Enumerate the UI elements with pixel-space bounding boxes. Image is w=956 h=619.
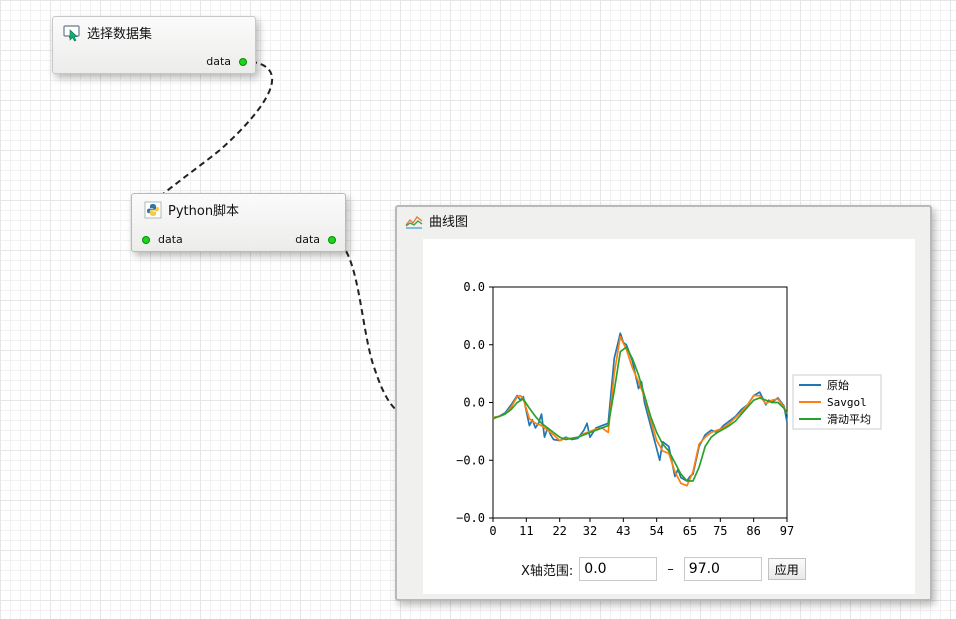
curve-chart-node[interactable]: 曲线图 0 11 22 32 43 54 65 75 86 97 0.0 0.0 0.0 −0.0 −0.0… [395,205,932,601]
x-tick-label: 65 [683,524,697,538]
apply-button[interactable]: 应用 [767,558,806,580]
monitor-cursor-icon [63,24,80,41]
x-tick-label: 0 [489,524,496,538]
legend-label-1: Savgol [827,396,867,409]
python-script-node[interactable]: Python脚本 data data [131,193,346,252]
plot-area: 0 11 22 32 43 54 65 75 86 97 0.0 0.0 0.0 −0.0 −0.0 原始 Sa… [423,239,915,594]
curve-node-title: 曲线图 [429,215,469,230]
python-input-label: data [158,233,183,246]
python-input-port[interactable]: data [142,233,183,246]
x-tick-label: 22 [552,524,566,538]
x-max-input[interactable] [683,557,762,581]
y-tick-label: 0.0 [463,338,485,352]
dataset-node[interactable]: 选择数据集 data [52,16,256,74]
x-tick-label: 75 [713,524,727,538]
range-separator: – [667,561,674,577]
line-chart-icon [405,215,423,229]
python-node-title: Python脚本 [168,204,240,219]
dataset-output-port[interactable]: data [206,55,247,68]
python-node-header: Python脚本 [144,200,239,219]
line-chart: 0 11 22 32 43 54 65 75 86 97 0.0 0.0 0.0 −0.0 −0.0 原始 Sa… [456,280,882,538]
x-min-input[interactable] [579,557,658,581]
axes-frame [492,286,788,519]
dataset-node-title: 选择数据集 [87,27,153,42]
y-tick-label: −0.0 [456,511,485,525]
y-tick-label: −0.0 [456,453,485,467]
x-tick-label: 54 [649,524,663,538]
x-tick-label: 86 [746,524,760,538]
dataset-output-label: data [206,55,231,68]
python-output-label: data [295,233,320,246]
python-output-port[interactable]: data [295,233,336,246]
dataset-output-dot[interactable] [239,57,247,66]
x-tick-label: 11 [519,524,533,538]
python-input-dot[interactable] [142,235,150,244]
python-output-dot[interactable] [328,235,336,244]
legend-label-0: 原始 [827,378,849,392]
curve-node-header: 曲线图 [405,211,468,230]
y-tick-label: 0.0 [463,280,485,294]
python-logo-icon [144,201,162,218]
x-tick-label: 43 [616,524,630,538]
x-range-label: X轴范围: [521,563,574,579]
x-tick-label: 32 [583,524,597,538]
dataset-node-header: 选择数据集 [63,23,152,42]
x-tick-label: 97 [780,524,794,538]
legend-label-2: 滑动平均 [827,413,871,426]
y-tick-label: 0.0 [463,396,485,410]
x-range-controls: X轴范围: – 应用 [521,557,806,581]
